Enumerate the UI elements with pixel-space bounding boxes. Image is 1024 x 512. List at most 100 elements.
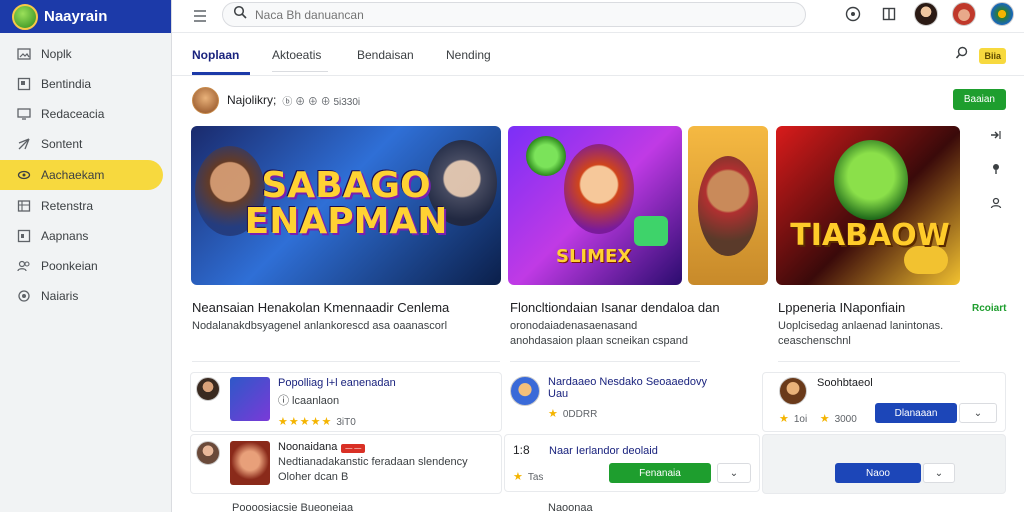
- featured-card-2[interactable]: Lppeneria INaponfiain Uoplcisedag anlaen…: [778, 300, 960, 349]
- profile-icon[interactable]: [990, 196, 1002, 214]
- right-rail: [984, 128, 1008, 214]
- tab-bar: Noplaan Aktoeatis Bendaisan Nending Biia: [172, 38, 1024, 76]
- brand-header[interactable]: Naayrain: [0, 0, 171, 33]
- channel-action-button[interactable]: Baaian: [952, 89, 1006, 110]
- install-button[interactable]: Fenanaia: [609, 463, 711, 483]
- primary-button[interactable]: Naoo: [835, 463, 921, 483]
- featured-card-0[interactable]: Neansaian Henakolan Kmennaadir Cenlema N…: [192, 300, 498, 334]
- list-item[interactable]: Popolliag l+l eanenadan ⓘ lcaanlaon ★★★★…: [190, 372, 502, 432]
- chevron-down-icon[interactable]: ⌄: [959, 403, 997, 423]
- sidebar-nav: Noplk Bentindia Redaceacia Sontent Aacha…: [0, 33, 171, 311]
- share-icon[interactable]: [990, 128, 1002, 146]
- send-icon: [17, 137, 31, 151]
- author-avatar: [196, 441, 220, 465]
- sidebar-item-label: Sontent: [41, 137, 83, 151]
- character-art: [834, 140, 908, 220]
- character-art: [634, 216, 668, 246]
- help-icon[interactable]: [842, 3, 864, 25]
- sidebar-item-label: Poonkeian: [41, 259, 98, 273]
- game-thumbnail: [230, 441, 270, 485]
- list-item[interactable]: Nardaaeo Nesdako Seoaaedovy Uau ★ 0DDRR: [504, 372, 760, 432]
- sidebar-item-0[interactable]: Noplk: [0, 39, 171, 69]
- sidebar-item-5[interactable]: Retenstra: [0, 191, 171, 221]
- search-input[interactable]: [255, 7, 755, 22]
- featured-thumbnail-2[interactable]: TIABAOW: [776, 126, 960, 285]
- divider: [192, 361, 500, 362]
- partial-list-item[interactable]: Naoonaa: [548, 502, 593, 512]
- brand-logo: [12, 3, 38, 30]
- pin-icon[interactable]: [990, 162, 1002, 180]
- sidebar-item-7[interactable]: Poonkeian: [0, 251, 171, 281]
- list-item[interactable]: Noonaidana — — Nedtianadakanstic feradaan…: [190, 434, 502, 494]
- chevron-down-icon[interactable]: ⌄: [923, 463, 955, 483]
- author-avatar: [779, 377, 807, 405]
- tab-2[interactable]: Bendaisan: [357, 48, 414, 62]
- list-item[interactable]: Soohbtaeol ★ 1oi ★ 3000 Dlanaaan ⌄: [762, 372, 1006, 432]
- target-icon: [17, 289, 31, 303]
- user-avatar-1[interactable]: [914, 2, 938, 26]
- list-item-title: Nardaaeo Nesdako Seoaaedovy: [548, 376, 708, 388]
- rating-value: 3000: [834, 414, 857, 425]
- tab-badge[interactable]: Biia: [979, 47, 1006, 64]
- search-icon[interactable]: [955, 46, 969, 65]
- sidebar-item-3[interactable]: Sontent: [0, 129, 171, 159]
- rating-value: 0DDRR: [562, 409, 598, 420]
- divider: [510, 361, 700, 362]
- tab-0[interactable]: Noplaan: [192, 48, 239, 62]
- card-title: Lppeneria INaponfiain: [778, 300, 906, 315]
- channel-name[interactable]: Najolikry;: [227, 93, 276, 107]
- sidebar-item-label: Naiaris: [41, 289, 79, 303]
- tile-icon: [17, 229, 31, 243]
- active-tab-indicator: [192, 72, 250, 75]
- chevron-down-icon[interactable]: ⌄: [717, 463, 751, 483]
- list-item-title: Naar Ierlandor deolaid: [549, 445, 658, 457]
- sidebar: Naayrain Noplk Bentindia Redaceacia Sont…: [0, 0, 172, 512]
- divider: [778, 361, 960, 362]
- sidebar-item-label: Noplk: [41, 47, 72, 61]
- thumbnail-title: SABAGO ENAPMAN: [244, 165, 448, 242]
- featured-card-1[interactable]: Floncltiondaian Isanar dendaloa dan oron…: [510, 300, 720, 349]
- list-item[interactable]: Naoo ⌄: [762, 434, 1006, 494]
- count-value: 1:8: [513, 443, 530, 457]
- people-icon: [17, 259, 31, 273]
- hamburger-menu-icon[interactable]: [186, 2, 214, 30]
- channel-avatar[interactable]: [192, 86, 219, 114]
- tab-3[interactable]: Nending: [446, 48, 491, 62]
- featured-thumbnail-1[interactable]: SLIMEX: [508, 126, 682, 285]
- sidebar-item-1[interactable]: Bentindia: [0, 69, 171, 99]
- sidebar-item-label: Redaceacia: [41, 107, 105, 121]
- brand-name: Naayrain: [44, 8, 108, 25]
- rating-value: 1oi: [793, 414, 808, 425]
- list-item-title: Soohbtaeol: [817, 377, 873, 389]
- user-avatar-3[interactable]: [990, 2, 1014, 26]
- featured-thumbnail-side[interactable]: [688, 126, 768, 285]
- partial-list-item[interactable]: Poooosiacsie Bueoneiaa: [232, 502, 353, 512]
- list-item-subtitle-2: Oloher dcan B: [278, 471, 349, 483]
- tab-1[interactable]: Aktoeatis: [272, 48, 321, 62]
- game-icon: [510, 376, 540, 406]
- tabs-actions: Biia: [955, 46, 1006, 65]
- frame-icon: [17, 77, 31, 91]
- primary-button[interactable]: Dlanaaan: [875, 403, 957, 423]
- sidebar-item-8[interactable]: Naiaris: [0, 281, 171, 311]
- user-avatar-2[interactable]: [952, 2, 976, 26]
- channel-meta: ⓑ ⊕ ⊕ ⊕ 5i330i: [282, 96, 361, 108]
- star-rating: ★: [548, 408, 559, 420]
- top-bar: [172, 0, 1024, 33]
- list-item-subtitle: ⓘ lcaanlaon: [278, 395, 340, 407]
- character-art: [526, 136, 566, 176]
- search-bar[interactable]: [222, 2, 806, 27]
- thumbnail-title: SLIMEX: [556, 246, 632, 267]
- character-art: [564, 144, 634, 234]
- sidebar-item-4[interactable]: Aachaekam: [0, 160, 163, 190]
- sidebar-item-2[interactable]: Redaceacia: [0, 99, 171, 129]
- channel-row: Najolikry; ⓑ ⊕ ⊕ ⊕ 5i330i Baaian: [192, 86, 1012, 114]
- star-rating: ★: [513, 471, 524, 483]
- list-item[interactable]: 1:8 Naar Ierlandor deolaid ★ Tas Fenanaia…: [504, 434, 760, 492]
- list-item-title: Popolliag l+l eanenadan: [278, 377, 396, 389]
- sidebar-item-6[interactable]: Aapnans: [0, 221, 171, 251]
- featured-thumbnail-0[interactable]: SABAGO ENAPMAN: [191, 126, 501, 285]
- panel-icon[interactable]: [878, 3, 900, 25]
- sidebar-item-label: Bentindia: [41, 77, 92, 91]
- featured-link[interactable]: Rcoiart: [972, 303, 1006, 314]
